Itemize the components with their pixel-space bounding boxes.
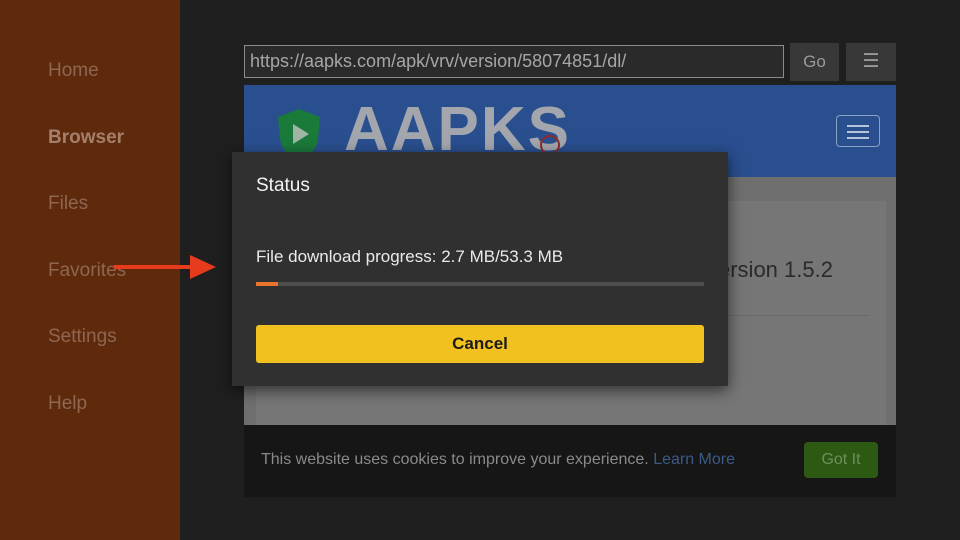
sidebar-item-favorites[interactable]: Favorites xyxy=(48,260,126,282)
cookie-message: This website uses cookies to improve you… xyxy=(261,451,735,469)
sidebar-item-home[interactable]: Home xyxy=(48,60,99,82)
browser-menu-button[interactable]: ☰ xyxy=(846,43,896,81)
go-button[interactable]: Go xyxy=(790,43,839,81)
url-input[interactable]: https://aapks.com/apk/vrv/version/580748… xyxy=(244,45,784,78)
progress-label: File download progress: 2.7 MB/53.3 MB xyxy=(256,247,564,266)
sidebar-item-browser[interactable]: Browser xyxy=(48,127,124,149)
page-heading: ersion 1.5.2 xyxy=(718,257,833,282)
sidebar-item-settings[interactable]: Settings xyxy=(48,326,117,348)
sidebar-item-files[interactable]: Files xyxy=(48,193,88,215)
annotation-arrow xyxy=(114,265,196,269)
progress-bar xyxy=(256,282,704,286)
dialog-title: Status xyxy=(256,175,310,196)
learn-more-link[interactable]: Learn More xyxy=(653,451,735,468)
cookie-bar: This website uses cookies to improve you… xyxy=(244,425,896,497)
site-menu-button[interactable] xyxy=(836,115,880,147)
got-it-button[interactable]: Got It xyxy=(804,442,878,478)
sidebar: Home Browser Files Favorites Settings He… xyxy=(0,0,180,540)
progress-fill xyxy=(256,282,279,286)
sidebar-item-help[interactable]: Help xyxy=(48,393,87,415)
divider xyxy=(724,315,870,316)
cancel-button[interactable]: Cancel xyxy=(256,325,704,363)
cookie-text: This website uses cookies to improve you… xyxy=(261,451,649,468)
arrow-head-icon xyxy=(190,255,216,279)
status-dialog: Status File download progress: 2.7 MB/53… xyxy=(232,152,728,386)
hamburger-icon: ☰ xyxy=(862,51,880,72)
